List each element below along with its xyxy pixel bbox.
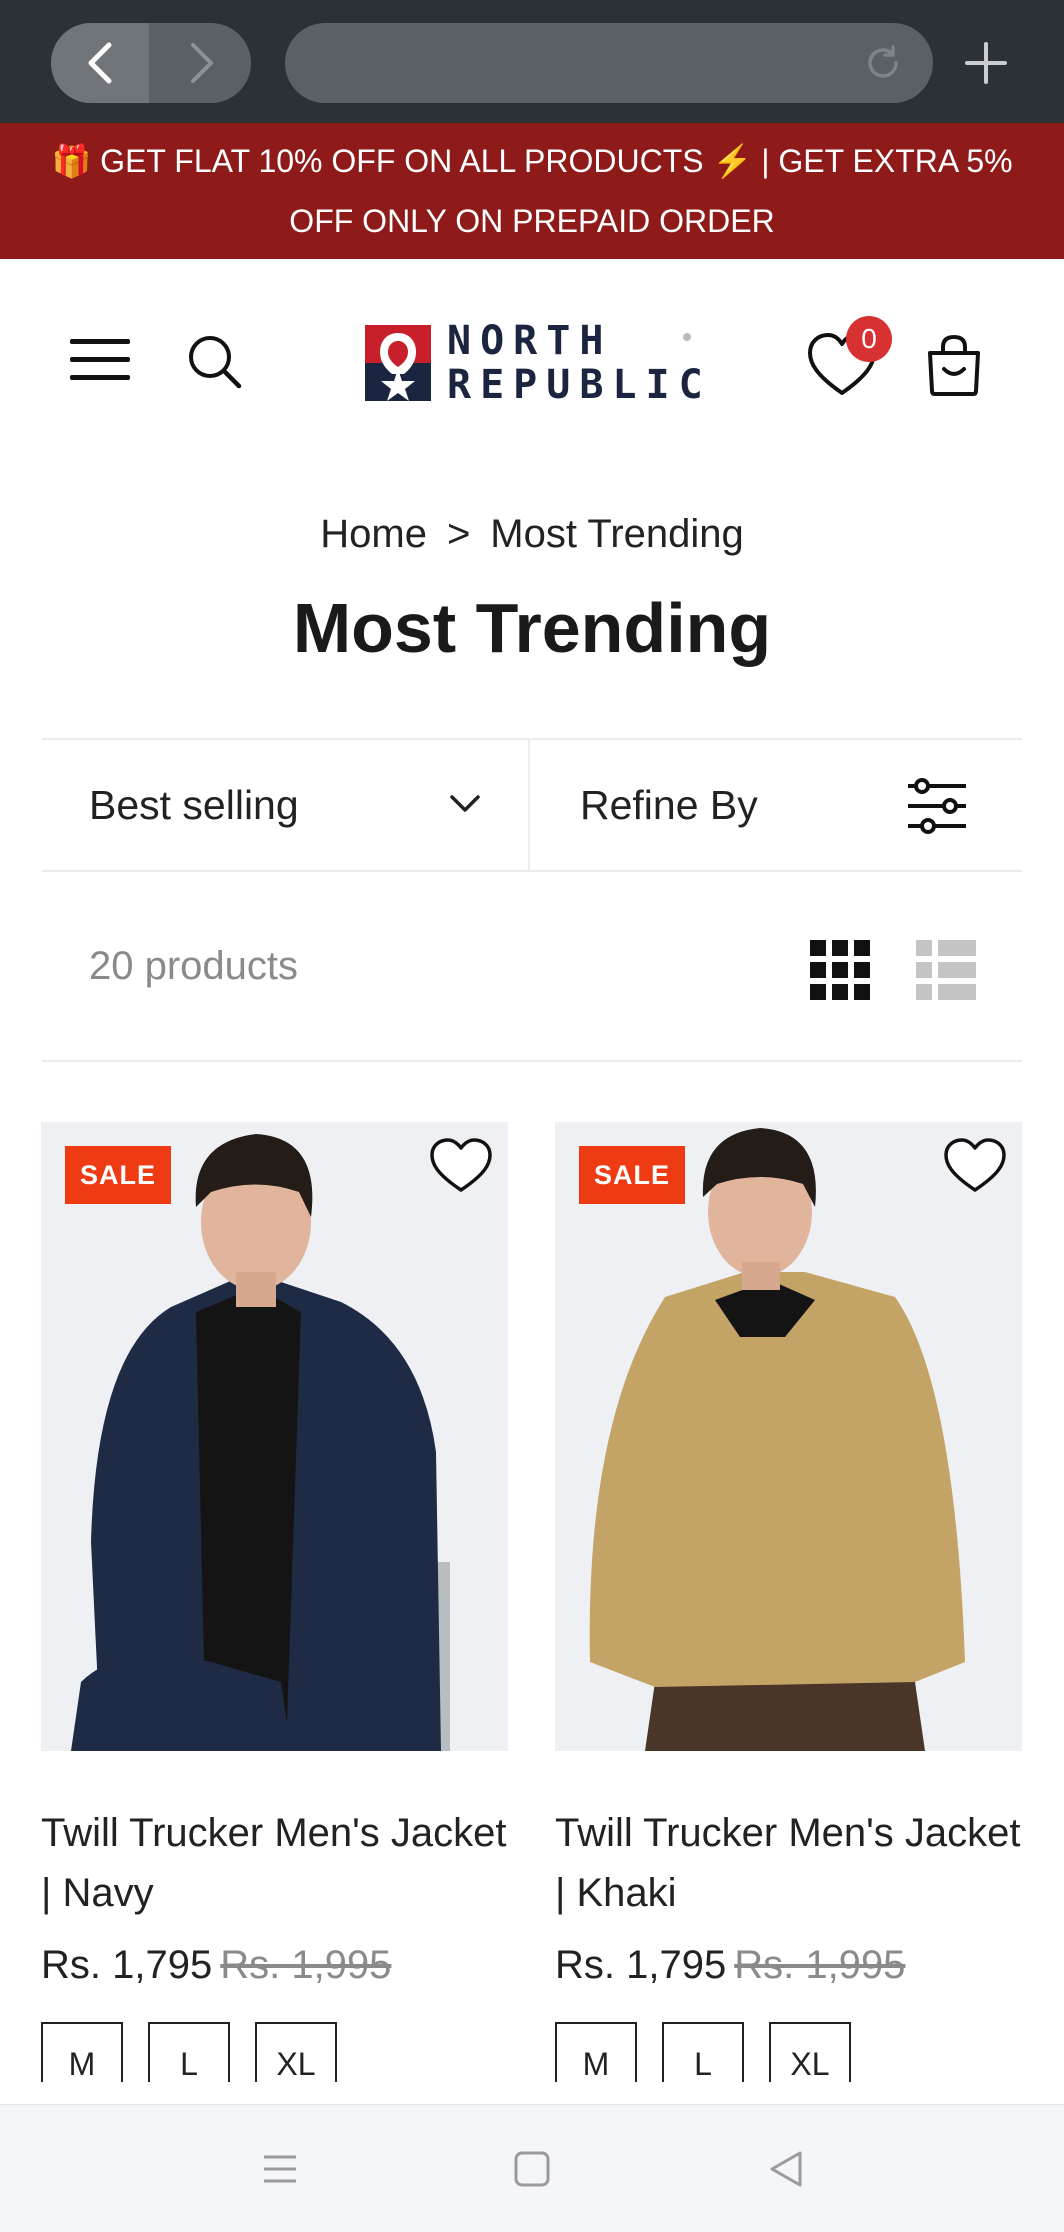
page-title: Most Trending — [292, 589, 772, 667]
home-icon[interactable] — [508, 2145, 556, 2193]
size-options: M L XL — [41, 2022, 508, 2082]
logo-line-2: REPUBLIC — [447, 362, 712, 408]
product-count-row: 20 products — [42, 874, 1022, 1062]
system-navigation-bar — [0, 2104, 1064, 2232]
breadcrumb-separator: > — [446, 512, 471, 556]
collection-toolbar: Best selling Refine By — [42, 738, 1022, 872]
browser-toolbar — [0, 0, 1064, 123]
logo-registered-mark — [683, 333, 691, 341]
shopping-bag-icon[interactable] — [924, 333, 984, 397]
size-option[interactable]: M — [555, 2022, 637, 2082]
sale-badge: SALE — [579, 1146, 685, 1204]
promo-line-2: OFF ONLY ON PREPAID ORDER — [289, 203, 775, 239]
logo-wordmark: NORTH REPUBLIC — [447, 319, 712, 407]
search-icon[interactable] — [184, 331, 244, 391]
product-count: 20 products — [89, 944, 299, 988]
sort-dropdown[interactable]: Best selling — [42, 740, 530, 870]
size-option[interactable]: M — [41, 2022, 123, 2082]
logo-line-1: NORTH — [447, 318, 613, 364]
breadcrumb: Home > Most Trending — [0, 512, 1064, 557]
product-photo-khaki-jacket — [555, 1122, 1022, 1751]
sale-price: Rs. 1,795 — [41, 1943, 213, 1987]
browser-forward-button[interactable] — [152, 23, 251, 103]
heart-icon[interactable] — [428, 1136, 494, 1196]
product-card[interactable]: SALE Twill Trucker Men's Jacket | Khaki … — [555, 1122, 1022, 2082]
price-row: Rs. 1,795 Rs. 1,995 — [555, 1943, 1022, 1988]
chevron-right-icon — [190, 43, 213, 83]
browser-back-button[interactable] — [51, 23, 149, 103]
list-view-icon[interactable] — [916, 940, 976, 1000]
compare-at-price: Rs. 1,995 — [220, 1943, 392, 1987]
price-row: Rs. 1,795 Rs. 1,995 — [41, 1943, 508, 1988]
sale-price: Rs. 1,795 — [555, 1943, 727, 1987]
promo-line-1: 🎁 GET FLAT 10% OFF ON ALL PRODUCTS ⚡ | G… — [51, 143, 1013, 179]
chevron-left-icon — [88, 42, 112, 84]
size-option[interactable]: XL — [255, 2022, 337, 2082]
product-photo-navy-jacket — [41, 1122, 508, 1751]
address-bar[interactable] — [285, 23, 933, 103]
back-triangle-icon[interactable] — [762, 2145, 810, 2193]
site-logo[interactable]: NORTH REPUBLIC — [365, 319, 705, 409]
product-image[interactable]: SALE — [555, 1122, 1022, 1751]
menu-icon[interactable] — [70, 335, 130, 385]
compare-at-price: Rs. 1,995 — [734, 1943, 906, 1987]
sale-badge: SALE — [65, 1146, 171, 1204]
size-options: M L XL — [555, 2022, 1022, 2082]
product-card[interactable]: SALE Twill Trucker Men's Jacket | Navy R… — [41, 1122, 508, 2082]
promo-banner: 🎁 GET FLAT 10% OFF ON ALL PRODUCTS ⚡ | G… — [0, 123, 1064, 259]
new-tab-icon[interactable] — [961, 38, 1011, 88]
product-title[interactable]: Twill Trucker Men's Jacket | Khaki — [555, 1803, 1022, 1923]
filter-sliders-icon — [908, 778, 966, 834]
heart-icon[interactable] — [942, 1136, 1008, 1196]
sort-selected-value: Best selling — [89, 782, 299, 828]
chevron-down-icon — [450, 795, 480, 812]
site-header: NORTH REPUBLIC 0 — [0, 259, 1064, 469]
size-option[interactable]: L — [148, 2022, 230, 2082]
wishlist-count-badge: 0 — [846, 316, 892, 362]
recent-apps-icon[interactable] — [256, 2145, 304, 2193]
browser-nav-group — [51, 23, 251, 103]
breadcrumb-current: Most Trending — [490, 512, 744, 556]
refine-by-button[interactable]: Refine By — [532, 740, 1022, 870]
breadcrumb-home-link[interactable]: Home — [320, 512, 427, 556]
size-option[interactable]: L — [662, 2022, 744, 2082]
logo-emblem-icon — [365, 325, 431, 401]
refine-by-label: Refine By — [580, 782, 758, 828]
size-option[interactable]: XL — [769, 2022, 851, 2082]
product-title[interactable]: Twill Trucker Men's Jacket | Navy — [41, 1803, 508, 1923]
product-image[interactable]: SALE — [41, 1122, 508, 1751]
grid-view-icon[interactable] — [810, 940, 870, 1000]
reload-icon[interactable] — [863, 43, 903, 83]
